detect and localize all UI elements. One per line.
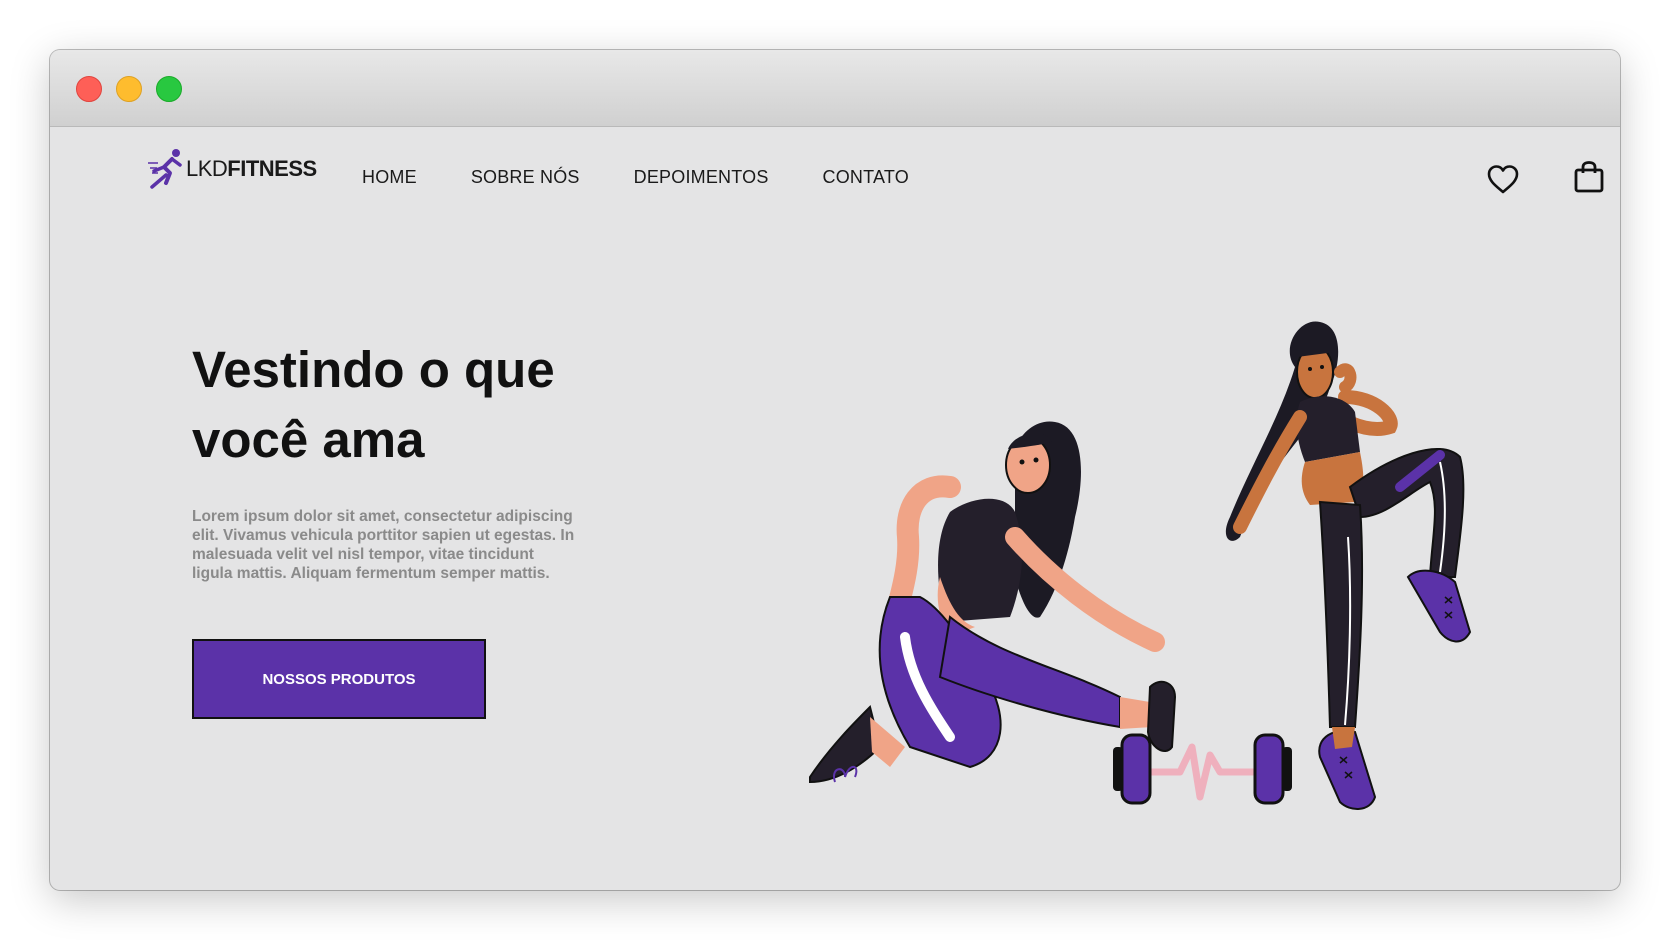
- stretching-woman-illustration: [809, 421, 1177, 784]
- main-nav: HOME SOBRE NÓS DEPOIMENTOS CONTATO: [362, 167, 963, 188]
- window-titlebar: [50, 50, 1620, 127]
- shopping-bag-icon[interactable]: [1572, 160, 1606, 194]
- brand-logo[interactable]: LKDFITNESS: [146, 147, 317, 191]
- logo-text-light: LKD: [186, 156, 228, 181]
- fitness-illustration: [809, 321, 1472, 810]
- hero-title-line2: você ama: [192, 411, 425, 468]
- nav-home[interactable]: HOME: [362, 167, 417, 188]
- maximize-window-button[interactable]: [156, 76, 182, 102]
- browser-window: LKDFITNESS HOME SOBRE NÓS DEPOIMENTOS CO…: [50, 50, 1620, 890]
- hero-description: Lorem ipsum dolor sit amet, consectetur …: [192, 508, 575, 582]
- nav-sobre-nos[interactable]: SOBRE NÓS: [471, 167, 580, 188]
- close-window-button[interactable]: [76, 76, 102, 102]
- heart-icon[interactable]: [1486, 163, 1520, 197]
- logo-text-bold: FITNESS: [227, 156, 317, 181]
- dumbbell-illustration: [1113, 733, 1292, 805]
- nav-depoimentos[interactable]: DEPOIMENTOS: [634, 167, 769, 188]
- minimize-window-button[interactable]: [116, 76, 142, 102]
- hero-title: Vestindo o que você ama: [192, 335, 712, 475]
- nav-contato[interactable]: CONTATO: [823, 167, 909, 188]
- hero-title-line1: Vestindo o que: [192, 341, 555, 398]
- nossos-produtos-button[interactable]: NOSSOS PRODUTOS: [192, 639, 486, 719]
- landing-page: LKDFITNESS HOME SOBRE NÓS DEPOIMENTOS CO…: [50, 127, 1620, 890]
- runner-logo-icon: [148, 149, 182, 189]
